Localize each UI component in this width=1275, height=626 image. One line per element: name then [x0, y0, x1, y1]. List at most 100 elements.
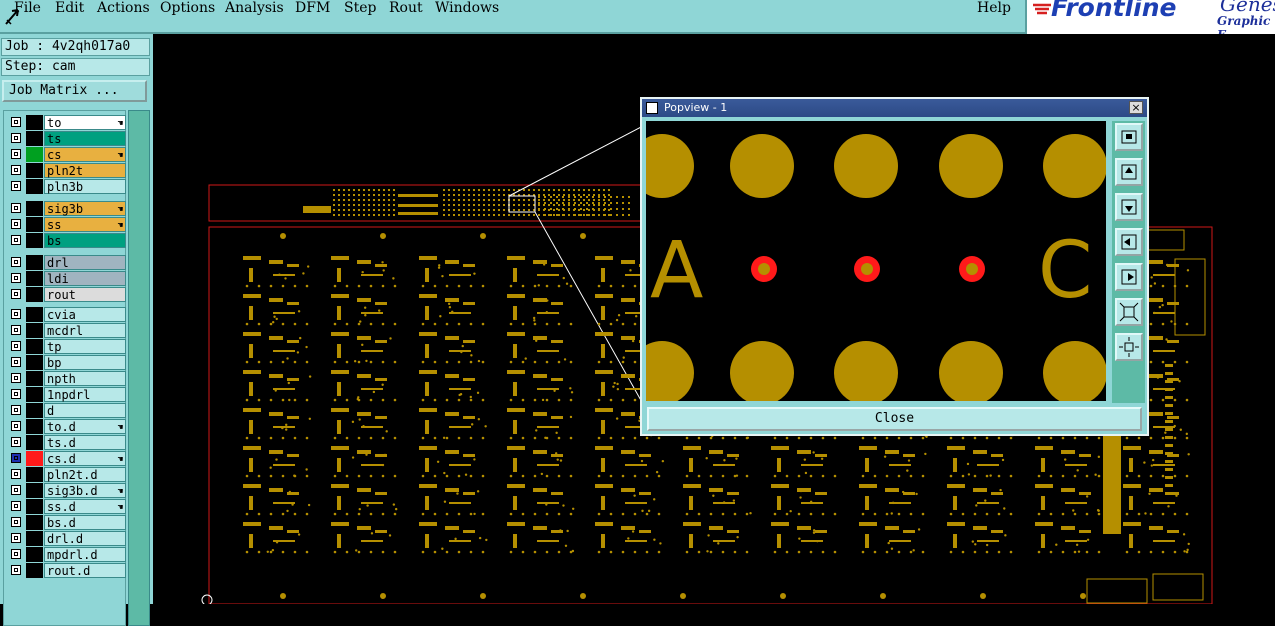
layer-color-swatch[interactable] [26, 355, 43, 370]
layer-checkbox[interactable] [11, 117, 21, 127]
layer-name[interactable]: to ☚ [44, 115, 126, 130]
layer-color-swatch[interactable] [26, 271, 43, 286]
menu-file[interactable]: File [14, 0, 41, 16]
pan-left-icon[interactable] [1115, 228, 1143, 256]
popview-titlebar[interactable]: Popview - 1 × [642, 99, 1147, 117]
layer-name[interactable]: drl.d [44, 531, 126, 546]
menu-dfm[interactable]: DFM [295, 0, 330, 16]
layer-name[interactable]: mpdrl.d [44, 547, 126, 562]
menu-edit[interactable]: Edit [55, 0, 84, 16]
layer-name[interactable]: ts.d [44, 435, 126, 450]
layer-color-swatch[interactable] [26, 387, 43, 402]
layer-checkbox[interactable] [11, 181, 21, 191]
layer-checkbox[interactable] [11, 421, 21, 431]
popview-close-button[interactable]: Close [647, 407, 1142, 431]
layer-checkbox[interactable] [11, 517, 21, 527]
layer-color-swatch[interactable] [26, 403, 43, 418]
layer-color-swatch[interactable] [26, 563, 43, 578]
layer-name[interactable]: drl [44, 255, 126, 270]
layer-checkbox[interactable] [11, 235, 21, 245]
layer-color-swatch[interactable] [26, 179, 43, 194]
layer-name[interactable]: 1npdrl [44, 387, 126, 402]
layer-name[interactable]: sig3b.d ☚ [44, 483, 126, 498]
layer-checkbox[interactable] [11, 165, 21, 175]
menu-windows[interactable]: Windows [435, 0, 499, 16]
window-menu-icon[interactable] [646, 102, 658, 114]
layer-checkbox[interactable] [11, 469, 21, 479]
layer-color-swatch[interactable] [26, 371, 43, 386]
menu-step[interactable]: Step [344, 0, 376, 16]
popview-zoom-area[interactable]: A C [646, 121, 1106, 401]
layer-checkbox[interactable] [11, 289, 21, 299]
layer-checkbox[interactable] [11, 389, 21, 399]
layer-color-swatch[interactable] [26, 515, 43, 530]
menu-rout[interactable]: Rout [389, 0, 423, 16]
layer-color-swatch[interactable] [26, 483, 43, 498]
pan-right-icon[interactable] [1115, 263, 1143, 291]
zoom-window-icon[interactable] [1115, 123, 1143, 151]
layer-color-swatch[interactable] [26, 419, 43, 434]
layer-color-swatch[interactable] [26, 147, 43, 162]
layer-name[interactable]: tp [44, 339, 126, 354]
layer-color-swatch[interactable] [26, 163, 43, 178]
layer-checkbox[interactable] [11, 357, 21, 367]
window-close-icon[interactable]: × [1129, 101, 1143, 114]
layer-checkbox[interactable] [11, 373, 21, 383]
layer-color-swatch[interactable] [26, 217, 43, 232]
layer-checkbox[interactable] [11, 133, 21, 143]
layer-name[interactable]: rout.d [44, 563, 126, 578]
layer-name[interactable]: pln3b [44, 179, 126, 194]
layer-checkbox[interactable] [11, 309, 21, 319]
layer-color-swatch[interactable] [26, 435, 43, 450]
layer-checkbox[interactable] [11, 203, 21, 213]
layer-checkbox[interactable] [11, 219, 21, 229]
layer-color-swatch[interactable] [26, 115, 43, 130]
layer-color-swatch[interactable] [26, 255, 43, 270]
menu-options[interactable]: Options [160, 0, 215, 16]
layer-name[interactable]: sig3b ☚ [44, 201, 126, 216]
layer-name[interactable]: pln2t [44, 163, 126, 178]
layer-checkbox[interactable] [11, 405, 21, 415]
zoom-out-icon[interactable] [1115, 298, 1143, 326]
layer-name[interactable]: cvia [44, 307, 126, 322]
layer-name[interactable]: ss.d ☚ [44, 499, 126, 514]
pan-up-icon[interactable] [1115, 158, 1143, 186]
layer-name[interactable]: pln2t.d [44, 467, 126, 482]
layer-color-swatch[interactable] [26, 339, 43, 354]
layer-name[interactable]: cs ☚ [44, 147, 126, 162]
layer-color-swatch[interactable] [26, 287, 43, 302]
layer-name[interactable]: ldi [44, 271, 126, 286]
layer-name[interactable]: to.d ☚ [44, 419, 126, 434]
layer-color-swatch[interactable] [26, 499, 43, 514]
layer-color-swatch[interactable] [26, 131, 43, 146]
layer-checkbox[interactable] [11, 453, 21, 463]
layer-name[interactable]: mcdrl [44, 323, 126, 338]
layer-checkbox[interactable] [11, 565, 21, 575]
layer-color-swatch[interactable] [26, 201, 43, 216]
layer-name[interactable]: bs.d [44, 515, 126, 530]
layer-checkbox[interactable] [11, 549, 21, 559]
layer-name[interactable]: bs [44, 233, 126, 248]
layer-list-scrollbar[interactable] [128, 110, 150, 626]
menu-help[interactable]: Help [977, 0, 1011, 16]
layer-name[interactable]: cs.d ☚ [44, 451, 126, 466]
layer-name[interactable]: bp [44, 355, 126, 370]
layer-checkbox[interactable] [11, 149, 21, 159]
layer-name[interactable]: rout [44, 287, 126, 302]
layer-color-swatch[interactable] [26, 233, 43, 248]
layer-checkbox[interactable] [11, 257, 21, 267]
menu-actions[interactable]: Actions [97, 0, 150, 16]
layer-checkbox[interactable] [11, 485, 21, 495]
layer-checkbox[interactable] [11, 533, 21, 543]
layer-color-swatch[interactable] [26, 467, 43, 482]
layer-color-swatch[interactable] [26, 307, 43, 322]
layer-color-swatch[interactable] [26, 323, 43, 338]
layer-checkbox[interactable] [11, 437, 21, 447]
zoom-in-icon[interactable] [1115, 333, 1143, 361]
job-matrix-button[interactable]: Job Matrix ... [2, 80, 147, 102]
pan-down-icon[interactable] [1115, 193, 1143, 221]
layer-name[interactable]: ts [44, 131, 126, 146]
layer-name[interactable]: ss ☚ [44, 217, 126, 232]
layer-checkbox[interactable] [11, 501, 21, 511]
layer-color-swatch[interactable] [26, 531, 43, 546]
